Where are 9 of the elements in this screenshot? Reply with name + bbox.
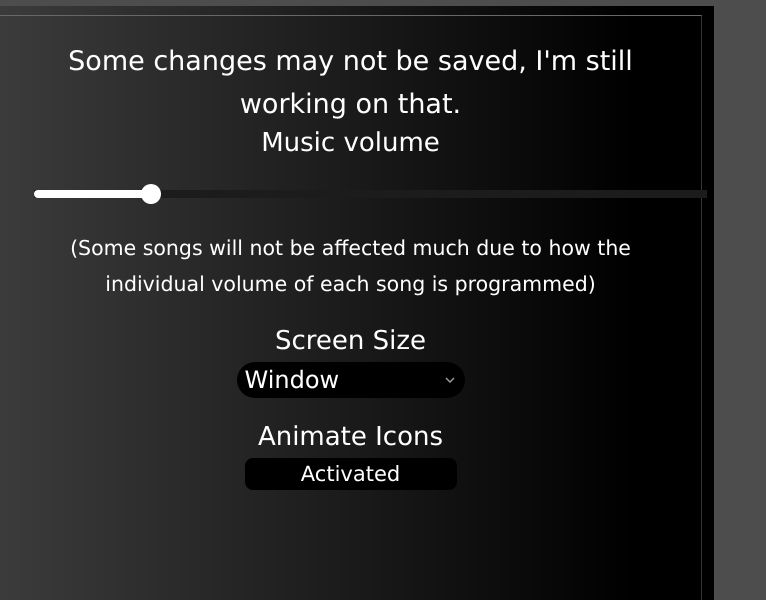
music-volume-label: Music volume (261, 127, 440, 160)
chevron-down-icon (444, 377, 454, 383)
animate-icons-label: Animate Icons (258, 421, 444, 454)
activated-button[interactable]: Activated (244, 458, 456, 490)
screen-size-dropdown[interactable]: Window (236, 362, 464, 398)
notice-text: Some changes may not be saved, I'm still working on that. (67, 45, 634, 122)
volume-note: (Some songs will not be affected much due to how the individual volume of each song is programmed) (69, 235, 632, 298)
slider-thumb[interactable] (141, 184, 162, 204)
screen-size-label: Screen Size (274, 325, 426, 358)
